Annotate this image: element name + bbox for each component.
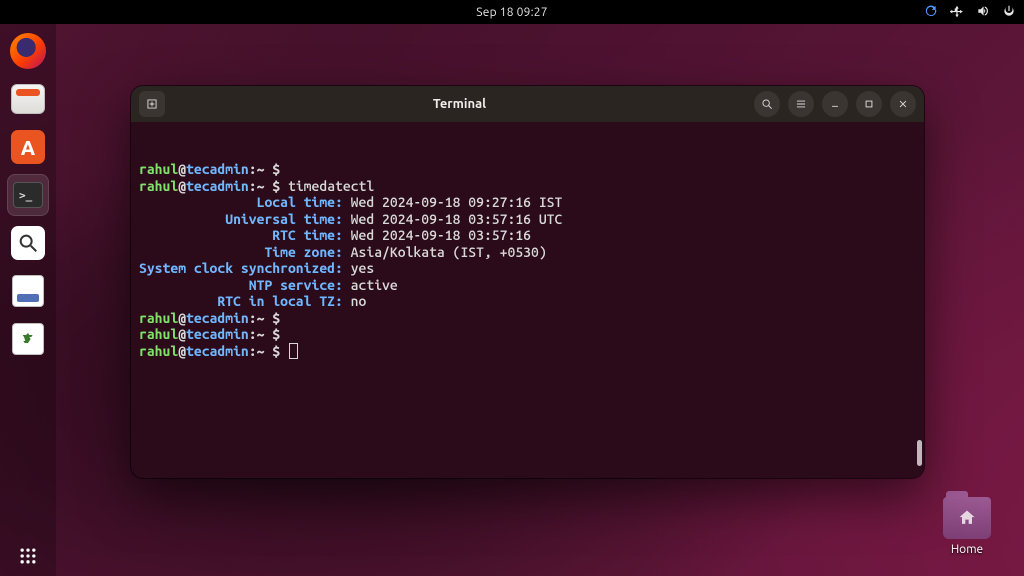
output-label: NTP service: — [139, 277, 343, 293]
power-icon[interactable] — [1002, 4, 1016, 21]
prompt-user: rahul — [139, 161, 178, 177]
dock-terminal[interactable] — [7, 174, 49, 216]
output-row: Universal time: Wed 2024-09-18 03:57:16 … — [139, 211, 916, 228]
output-label: Time zone: — [139, 244, 343, 260]
output-value: Wed 2024-09-18 03:57:16 — [343, 227, 531, 243]
output-label: System clock synchronized: — [139, 260, 343, 276]
window-title: Terminal — [173, 97, 746, 111]
top-panel: Sep 18 09:27 — [0, 0, 1024, 24]
panel-tray — [924, 0, 1016, 24]
recycle-icon — [12, 323, 44, 355]
prompt-colon: : — [249, 178, 257, 194]
dock-image-viewer[interactable] — [7, 222, 49, 264]
files-icon — [11, 84, 45, 114]
hamburger-menu-button[interactable] — [788, 91, 814, 117]
prompt-at: @ — [178, 178, 186, 194]
prompt-colon: : — [249, 161, 257, 177]
desktop-home[interactable]: Home — [938, 497, 996, 556]
prompt-host: tecadmin — [186, 178, 249, 194]
prompt-user: rahul — [139, 310, 178, 326]
refresh-icon[interactable] — [924, 4, 938, 21]
prompt-colon: : — [249, 310, 257, 326]
dock-disks[interactable] — [7, 270, 49, 312]
terminal-window: Terminal rahul@tecadmin:~ $ rahul@tecadm… — [131, 86, 924, 478]
prompt-sigil: $ — [264, 343, 288, 359]
desktop-home-label: Home — [938, 543, 996, 556]
search-button[interactable] — [754, 91, 780, 117]
dock-firefox[interactable] — [7, 30, 49, 72]
prompt-sigil: $ — [264, 161, 288, 177]
output-label: RTC in local TZ: — [139, 293, 343, 309]
prompt-at: @ — [178, 343, 186, 359]
output-row: Time zone: Asia/Kolkata (IST, +0530) — [139, 244, 916, 261]
disk-icon — [12, 275, 44, 307]
prompt-host: tecadmin — [186, 343, 249, 359]
output-row: RTC in local TZ: no — [139, 293, 916, 310]
dock — [0, 24, 56, 576]
output-value: active — [343, 277, 398, 293]
prompt-sigil: $ — [264, 326, 288, 342]
dock-trash[interactable] — [7, 318, 49, 360]
prompt-host: tecadmin — [186, 161, 249, 177]
new-tab-button[interactable] — [139, 91, 165, 117]
prompt-at: @ — [178, 161, 186, 177]
output-value: Wed 2024-09-18 09:27:16 IST — [343, 194, 563, 210]
dock-files[interactable] — [7, 78, 49, 120]
output-label: RTC time: — [139, 227, 343, 243]
software-icon — [11, 130, 45, 164]
volume-icon[interactable] — [976, 4, 990, 21]
output-label: Universal time: — [139, 211, 343, 227]
output-value: yes — [343, 260, 374, 276]
prompt-colon: : — [249, 343, 257, 359]
dock-show-apps[interactable] — [8, 536, 48, 576]
prompt-at: @ — [178, 326, 186, 342]
output-row: System clock synchronized: yes — [139, 260, 916, 277]
magnifier-icon — [11, 226, 45, 260]
terminal-line: rahul@tecadmin:~ $ — [139, 161, 916, 178]
command: timedatectl — [288, 178, 374, 194]
terminal-line: rahul@tecadmin:~ $ timedatectl — [139, 178, 916, 195]
prompt-colon: : — [249, 326, 257, 342]
output-value: Wed 2024-09-18 03:57:16 UTC — [343, 211, 563, 227]
output-value: no — [343, 293, 367, 309]
prompt-user: rahul — [139, 326, 178, 342]
prompt-sigil: $ — [264, 178, 288, 194]
close-button[interactable] — [890, 91, 916, 117]
terminal-icon — [13, 182, 43, 208]
scrollbar-thumb[interactable] — [917, 440, 922, 466]
prompt-host: tecadmin — [186, 326, 249, 342]
prompt-host: tecadmin — [186, 310, 249, 326]
terminal-line: rahul@tecadmin:~ $ — [139, 343, 916, 360]
output-label: Local time: — [139, 194, 343, 210]
panel-clock[interactable]: Sep 18 09:27 — [476, 6, 547, 19]
terminal-line: rahul@tecadmin:~ $ — [139, 310, 916, 327]
home-folder-icon — [943, 497, 991, 539]
prompt-sigil: $ — [264, 310, 288, 326]
output-row: NTP service: active — [139, 277, 916, 294]
output-row: Local time: Wed 2024-09-18 09:27:16 IST — [139, 194, 916, 211]
output-value: Asia/Kolkata (IST, +0530) — [343, 244, 547, 260]
dock-software[interactable] — [7, 126, 49, 168]
window-titlebar[interactable]: Terminal — [131, 86, 924, 122]
prompt-user: rahul — [139, 343, 178, 359]
prompt-user: rahul — [139, 178, 178, 194]
terminal-line: rahul@tecadmin:~ $ — [139, 326, 916, 343]
output-row: RTC time: Wed 2024-09-18 03:57:16 — [139, 227, 916, 244]
network-icon[interactable] — [950, 4, 964, 21]
terminal-body[interactable]: rahul@tecadmin:~ $ rahul@tecadmin:~ $ ti… — [131, 122, 924, 478]
firefox-icon — [10, 33, 46, 69]
minimize-button[interactable] — [822, 91, 848, 117]
maximize-button[interactable] — [856, 91, 882, 117]
cursor — [290, 344, 297, 358]
prompt-at: @ — [178, 310, 186, 326]
